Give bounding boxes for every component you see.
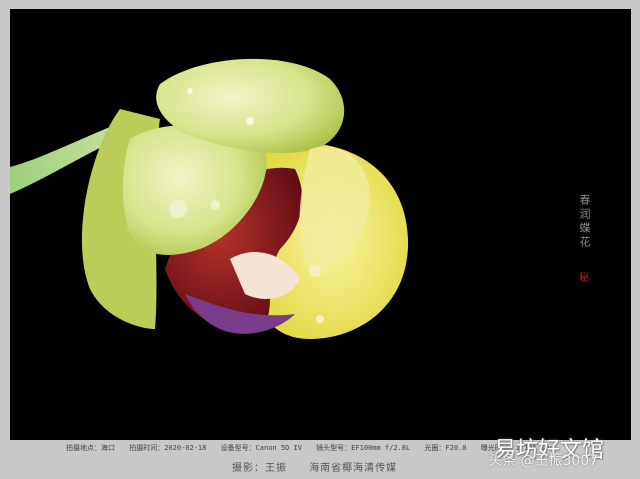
droplet xyxy=(246,117,254,125)
exif-date: 拍摄时间：2020-02-18 xyxy=(129,444,207,452)
handle-watermark: 头条 @王振3007 xyxy=(488,453,599,469)
credit-line: 摄影：王振 海南省椰海清传媒 xyxy=(232,459,415,474)
droplet xyxy=(169,200,187,218)
droplet xyxy=(316,315,324,323)
organization-credit: 海南省椰海清传媒 xyxy=(309,463,398,474)
photographer-credit: 摄影：王振 xyxy=(232,463,287,474)
droplet xyxy=(210,200,220,210)
orchid-illustration xyxy=(10,58,409,339)
droplet xyxy=(187,88,193,94)
exif-lens: 镜头型号：EF100mm f/2.8L xyxy=(316,444,411,452)
vertical-title: 春润蝶花 xyxy=(578,194,591,250)
red-seal: 秘 xyxy=(579,273,589,284)
exif-location: 拍摄地点：海口 xyxy=(66,444,115,452)
orchid-photo: 春润蝶花 秘 xyxy=(10,9,631,440)
exif-camera: 设备型号：Canon 5D IV xyxy=(220,444,302,452)
droplet xyxy=(309,265,321,277)
exif-aperture: 光圈：F20.0 xyxy=(424,444,467,452)
